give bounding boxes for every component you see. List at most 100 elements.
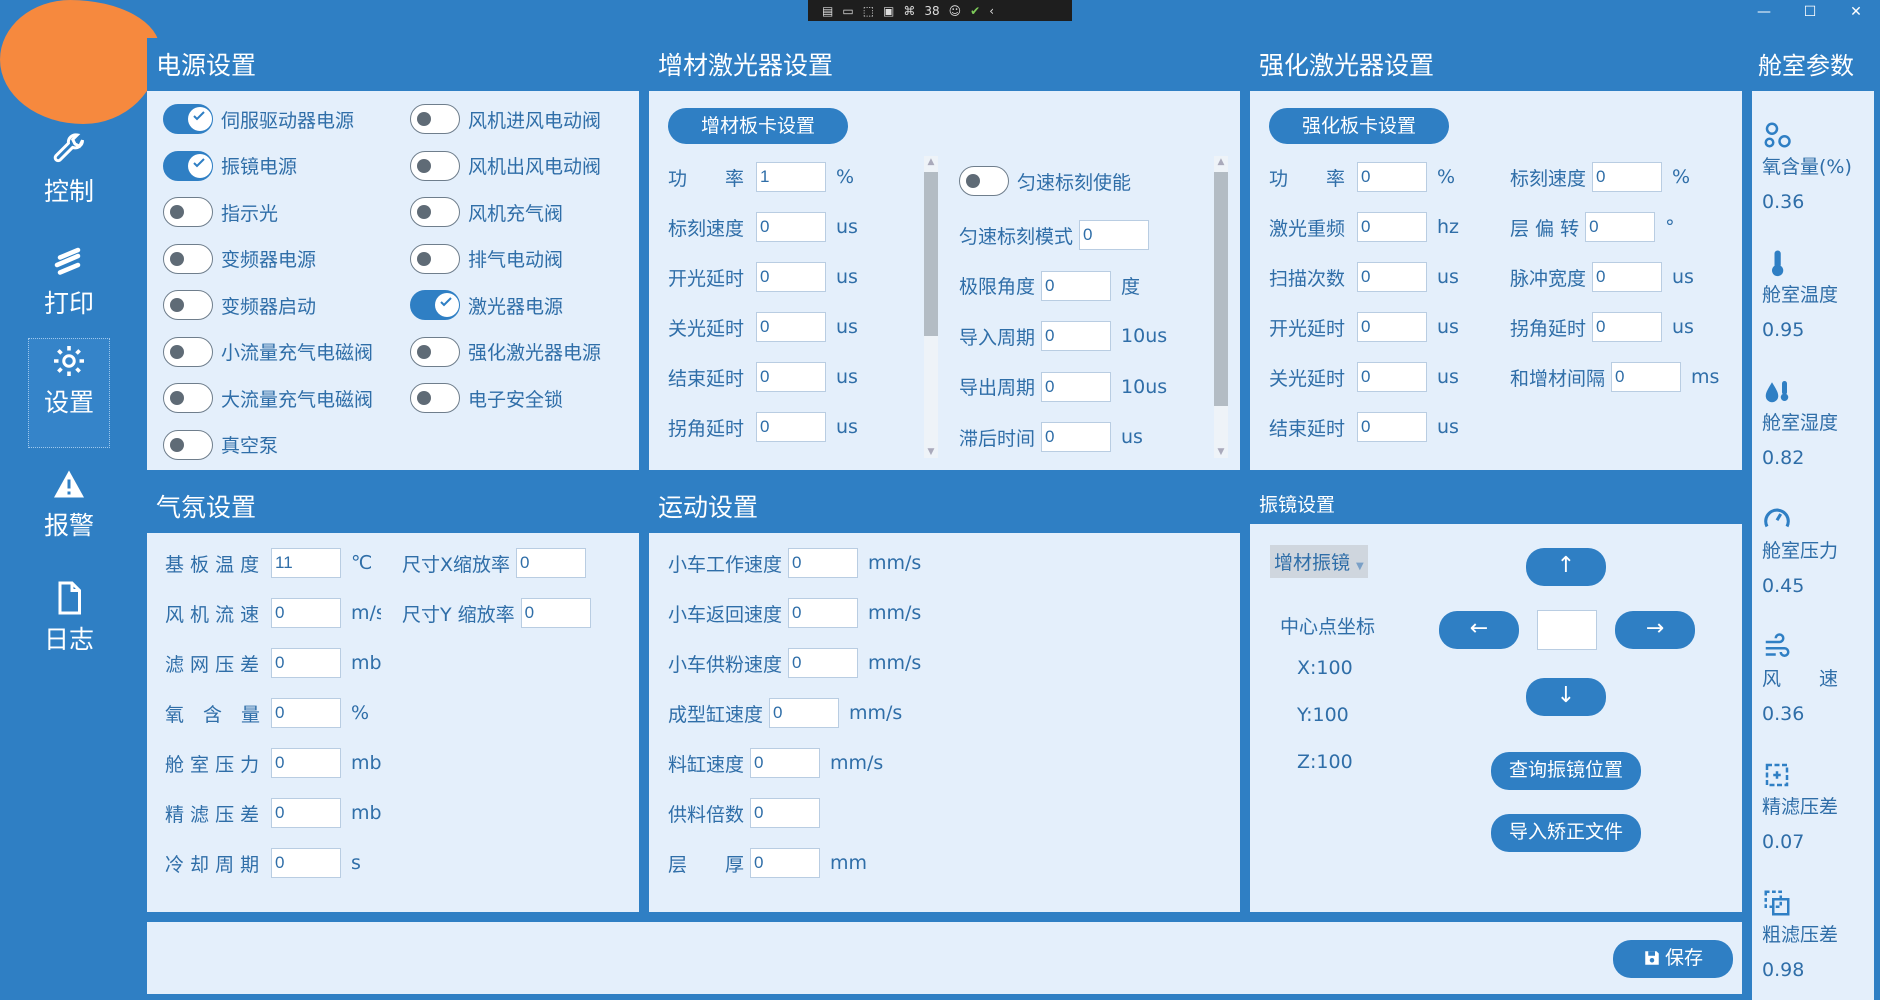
enhance-right-input[interactable]: [1592, 262, 1663, 292]
debug-record-icon[interactable]: ▭: [842, 4, 853, 18]
enhance-right-input[interactable]: [1585, 212, 1656, 242]
enhance-right-input[interactable]: [1592, 162, 1663, 192]
enhance-left-input[interactable]: [1357, 312, 1427, 342]
nav-control[interactable]: 控制: [28, 128, 110, 238]
power-left-toggle[interactable]: [163, 290, 213, 320]
atmosphere-left-unit: m/s: [351, 602, 381, 624]
enhance-left-input[interactable]: [1357, 212, 1427, 242]
enhance-left-input[interactable]: [1357, 412, 1427, 442]
additive-left-input[interactable]: [756, 162, 826, 192]
enhance-right-input[interactable]: [1592, 312, 1663, 342]
debug-layout-icon[interactable]: ▣: [883, 4, 894, 18]
additive-left-input[interactable]: [756, 362, 826, 392]
galvo-up-button[interactable]: ↑: [1526, 548, 1606, 586]
enhance-left-row: 关光延时 us: [1269, 362, 1459, 392]
additive-left-scrollbar[interactable]: ▲ ▼: [924, 156, 938, 458]
nav-log[interactable]: 日志: [28, 576, 110, 686]
atmosphere-left-input[interactable]: [271, 648, 341, 678]
debug-collapse-icon[interactable]: ‹: [989, 4, 994, 18]
enhance-left-label: 功 率: [1269, 167, 1346, 190]
scroll-up-arrow[interactable]: ▲: [924, 156, 938, 168]
scroll-up-arrow[interactable]: ▲: [1214, 156, 1228, 168]
additive-card-button[interactable]: 增材板卡设置: [668, 108, 848, 144]
enhance-left-input[interactable]: [1357, 362, 1427, 392]
additive-right-input[interactable]: [1041, 321, 1112, 351]
motion-input[interactable]: [750, 748, 821, 778]
power-right-toggle[interactable]: [410, 243, 460, 274]
galvo-left-button[interactable]: ←: [1439, 611, 1519, 649]
nav-settings[interactable]: 设置: [28, 338, 110, 448]
galvo-down-button[interactable]: ↓: [1526, 678, 1606, 716]
enhance-left-unit: hz: [1437, 216, 1460, 238]
power-left-toggle[interactable]: [163, 197, 213, 227]
atmosphere-right-label: 尺寸X缩放率: [402, 553, 511, 576]
nav-print[interactable]: 打印: [28, 240, 110, 350]
power-right-toggle[interactable]: [410, 336, 460, 367]
scroll-thumb[interactable]: [1214, 172, 1228, 406]
power-left-label: 大流量充气电磁阀: [221, 388, 374, 411]
power-left-toggle[interactable]: [163, 336, 213, 367]
additive-right-input[interactable]: [1041, 270, 1112, 301]
save-button[interactable]: 保存: [1613, 940, 1733, 978]
motion-row: 层 厚 mm: [668, 848, 867, 878]
additive-left-input[interactable]: [756, 212, 826, 242]
additive-left-input[interactable]: [756, 312, 826, 342]
motion-input[interactable]: [788, 648, 859, 678]
scroll-down-arrow[interactable]: ▼: [1214, 446, 1228, 458]
atmosphere-left-label: 氧 含 量: [165, 703, 261, 726]
power-right-row: 激光器电源: [410, 290, 563, 320]
additive-right-input[interactable]: [1041, 422, 1112, 452]
power-right-label: 强化激光器电源: [468, 342, 602, 364]
motion-input[interactable]: [750, 798, 821, 828]
motion-input[interactable]: [750, 848, 821, 878]
debug-accessibility-icon[interactable]: ☺: [949, 4, 962, 18]
power-right-toggle[interactable]: [410, 104, 460, 134]
query-galvo-position-button[interactable]: 查询振镜位置: [1491, 752, 1641, 790]
scroll-thumb[interactable]: [924, 172, 938, 336]
debug-select-icon[interactable]: ⬚: [863, 4, 874, 18]
additive-left-input[interactable]: [756, 412, 826, 442]
additive-left-input[interactable]: [756, 262, 826, 292]
galvo-right-button[interactable]: →: [1615, 611, 1695, 649]
galvo-select[interactable]: 增材振镜 ▼: [1270, 545, 1368, 578]
additive-right-input[interactable]: [1041, 371, 1112, 402]
debug-check-icon[interactable]: ✔: [970, 4, 980, 18]
power-right-toggle[interactable]: [410, 150, 460, 181]
enhance-right-input[interactable]: [1611, 362, 1682, 392]
enhance-right-row: 拐角延时 us: [1510, 312, 1694, 342]
atmosphere-right-input[interactable]: [520, 598, 591, 628]
power-left-toggle[interactable]: [163, 243, 213, 274]
uniform-enable-toggle[interactable]: [959, 166, 1009, 196]
atmosphere-left-input[interactable]: [271, 798, 341, 828]
atmosphere-left-input[interactable]: [271, 598, 341, 628]
motion-input[interactable]: [788, 548, 859, 578]
atmosphere-right-input[interactable]: [516, 548, 587, 578]
enhance-left-input[interactable]: [1357, 162, 1427, 192]
minimize-button[interactable]: —: [1749, 4, 1779, 20]
import-correction-file-button[interactable]: 导入矫正文件: [1491, 814, 1641, 852]
additive-right-scrollbar[interactable]: ▲ ▼: [1214, 156, 1228, 458]
enhance-left-input[interactable]: [1357, 262, 1427, 292]
debug-track-icon[interactable]: ⌘: [903, 4, 915, 18]
additive-right-input[interactable]: [1079, 220, 1150, 250]
motion-input[interactable]: [769, 698, 840, 728]
atmosphere-left-input[interactable]: [271, 698, 341, 728]
additive-left-label: 拐角延时: [668, 417, 745, 440]
maximize-button[interactable]: ☐: [1795, 4, 1825, 20]
galvo-step-input[interactable]: [1537, 610, 1597, 650]
scroll-down-arrow[interactable]: ▼: [924, 446, 938, 458]
atmosphere-left-input[interactable]: [271, 848, 341, 878]
close-button[interactable]: ✕: [1841, 4, 1871, 20]
nav-alarm[interactable]: 报警: [28, 462, 110, 572]
enhance-card-button[interactable]: 强化板卡设置: [1269, 108, 1449, 144]
power-right-toggle[interactable]: [410, 197, 460, 227]
atmosphere-left-input[interactable]: [271, 748, 341, 778]
motion-input[interactable]: [788, 598, 859, 628]
atmosphere-left-input[interactable]: [271, 548, 341, 578]
power-right-toggle[interactable]: [410, 383, 460, 413]
power-left-row: 变频器电源: [163, 243, 316, 274]
enhance-right-label: 和增材间隔: [1510, 367, 1606, 390]
power-left-toggle[interactable]: [163, 383, 213, 413]
power-left-toggle[interactable]: [163, 429, 213, 460]
debug-tree-icon[interactable]: ▤: [822, 4, 833, 18]
